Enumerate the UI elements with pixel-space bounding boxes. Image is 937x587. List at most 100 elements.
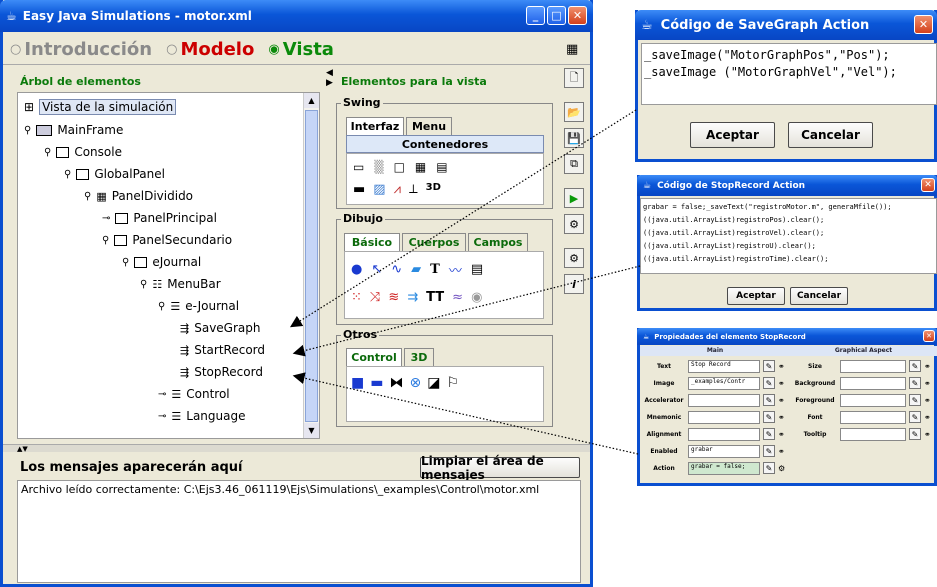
package-icon[interactable]: ⚙	[564, 214, 584, 234]
link-icon[interactable]: ⚭	[778, 396, 785, 405]
close-button[interactable]: ✕	[914, 15, 933, 34]
tab-3d[interactable]: 3D	[404, 348, 434, 366]
tree-item-panelprincipal[interactable]: ⊸ PanelPrincipal	[102, 211, 217, 225]
edit-icon[interactable]: ✎	[909, 360, 921, 372]
main-window-titlebar[interactable]: ☕ Easy Java Simulations - motor.xml _ □ …	[0, 0, 593, 32]
trace-icon[interactable]: 〰	[449, 260, 462, 279]
frame-icon[interactable]: ▭	[353, 160, 364, 174]
properties-titlebar[interactable]: ☕ Propiedades del elemento StopRecord ✕	[637, 328, 937, 345]
mode-introduccion[interactable]: ○ Introducción	[10, 39, 152, 60]
prop-value-field[interactable]	[688, 393, 760, 407]
tree-item-menubar[interactable]: ⚲ ☷ MenuBar	[140, 277, 221, 291]
tree-item-savegraph[interactable]: ⇶ SaveGraph	[180, 321, 260, 335]
tab-interfaz[interactable]: Interfaz	[346, 117, 404, 135]
pump-icon[interactable]: ⊗	[409, 375, 421, 391]
image-icon[interactable]: ▰	[411, 262, 421, 277]
link-icon[interactable]: ⚭	[778, 430, 785, 439]
split-panel-icon[interactable]: ▦	[415, 160, 426, 174]
valve-icon[interactable]: ⧓	[389, 375, 403, 391]
mode-vista[interactable]: ◉ Vista	[268, 39, 334, 60]
preferences-icon[interactable]: ⚙	[564, 248, 584, 268]
savegraph-ok-button[interactable]: Aceptar	[690, 122, 775, 148]
prop-value-field[interactable]	[840, 376, 906, 390]
flag-icon[interactable]: ⚐	[446, 375, 459, 391]
link-icon[interactable]: ⚭	[924, 413, 931, 422]
edit-icon[interactable]: ✎	[763, 462, 775, 474]
text-set-icon[interactable]: TT	[426, 290, 444, 305]
open-folder-icon[interactable]: 📂	[564, 102, 584, 122]
link-icon[interactable]: ⚭	[924, 379, 931, 388]
tree-node-handle[interactable]: ⚲	[158, 301, 165, 312]
edit-icon[interactable]: ✎	[909, 411, 921, 423]
tree-node-handle[interactable]: ⚲	[24, 125, 31, 136]
tab-control[interactable]: Control	[346, 348, 402, 366]
tree-item-console[interactable]: ⚲ Console	[44, 145, 122, 159]
close-button[interactable]: ✕	[568, 6, 587, 25]
window-icon[interactable]: ▬	[353, 182, 365, 197]
edit-icon[interactable]: ✎	[909, 377, 921, 389]
tree-item-panelsecundario[interactable]: ⚲ PanelSecundario	[102, 233, 232, 247]
box-icon[interactable]: ◪	[427, 375, 440, 391]
new-file-icon[interactable]: 🗋	[564, 68, 584, 88]
link-icon[interactable]: ⚭	[778, 413, 785, 422]
edit-icon[interactable]: ✎	[909, 428, 921, 440]
axes-panel-icon[interactable]: ⟂	[409, 182, 418, 197]
link-icon[interactable]: ⚭	[778, 379, 785, 388]
tree-node-collapsed[interactable]: ⊸	[102, 213, 110, 224]
tree-item-stoprecord[interactable]: ⇶ StopRecord	[180, 365, 263, 379]
info-icon[interactable]: i	[564, 274, 584, 294]
close-button[interactable]: ✕	[923, 330, 935, 342]
edit-icon[interactable]: ✎	[763, 360, 775, 372]
edit-icon[interactable]: ✎	[763, 428, 775, 440]
tree-item-e-journal[interactable]: ⚲ ☰ e-Journal	[158, 299, 239, 313]
text-icon[interactable]: T	[430, 262, 440, 277]
tree-node-handle[interactable]: ⚲	[122, 257, 129, 268]
element-tree[interactable]: ⊞ Vista de la simulación ⚲ MainFrame ⚲ C…	[17, 92, 320, 439]
messages-area[interactable]: Archivo leído correctamente: C:\Ejs3.46_…	[17, 480, 581, 583]
prop-value-field[interactable]: grabar = false;	[688, 461, 760, 475]
arrow-icon[interactable]: ↖	[371, 262, 382, 277]
tab-basico[interactable]: Básico	[344, 233, 400, 251]
savegraph-code-area[interactable]: _saveImage("MotorGraphPos","Pos"); _save…	[641, 43, 937, 105]
panel-icon[interactable]: □	[394, 160, 405, 174]
savegraph-cancel-button[interactable]: Cancelar	[788, 122, 873, 148]
drawing-panel-icon[interactable]: ▨	[373, 182, 385, 197]
tree-node-collapsed[interactable]: ⊸	[158, 389, 166, 400]
particle-icon[interactable]: ●	[351, 262, 362, 277]
prop-value-field[interactable]	[688, 427, 760, 441]
tree-item-vista[interactable]: ⊞ Vista de la simulación	[24, 99, 177, 115]
tab-campos[interactable]: Campos	[468, 233, 528, 251]
stoprecord-titlebar[interactable]: ☕ Código de StopRecord Action ✕	[637, 175, 937, 196]
tree-node-handle[interactable]: ⚲	[140, 279, 147, 290]
tree-item-globalpanel[interactable]: ⚲ GlobalPanel	[64, 167, 165, 181]
link-icon[interactable]: ⚭	[778, 447, 785, 456]
scroll-down-arrow[interactable]: ▼	[304, 423, 319, 438]
tab-cuerpos[interactable]: Cuerpos	[402, 233, 466, 251]
close-button[interactable]: ✕	[921, 178, 935, 192]
subtab-contenedores[interactable]: Contenedores	[346, 135, 544, 153]
edit-icon[interactable]: ✎	[763, 377, 775, 389]
tree-item-paneldividido[interactable]: ⚲ ▦ PanelDividido	[84, 189, 193, 203]
tree-item-control[interactable]: ⊸ ☰ Control	[158, 387, 230, 401]
plotting-panel-icon[interactable]: ⩘	[394, 182, 401, 197]
link-icon[interactable]: ⚭	[778, 362, 785, 371]
savegraph-titlebar[interactable]: ☕ Código de SaveGraph Action ✕	[635, 10, 937, 40]
link-icon[interactable]: ⚭	[924, 362, 931, 371]
tree-node-collapsed[interactable]: ⊸	[158, 411, 166, 422]
prop-value-field[interactable]	[840, 393, 906, 407]
prop-value-field[interactable]: Stop Record	[688, 359, 760, 373]
prop-value-field[interactable]	[840, 427, 906, 441]
cube-icon[interactable]: ■	[351, 375, 364, 391]
run-icon[interactable]: ▶	[564, 188, 584, 208]
stoprecord-ok-button[interactable]: Aceptar	[727, 287, 785, 305]
scroll-up-arrow[interactable]: ▲	[304, 93, 319, 108]
tree-node-handle[interactable]: ⚲	[84, 191, 91, 202]
trace-set-icon[interactable]: ≈	[452, 290, 463, 305]
options-icon[interactable]: ▦	[566, 42, 578, 57]
prop-value-field[interactable]	[688, 410, 760, 424]
edit-icon[interactable]: ✎	[763, 394, 775, 406]
clear-messages-button[interactable]: Limpiar el área de mensajes	[420, 454, 580, 482]
link-icon[interactable]: ⚭	[924, 430, 931, 439]
tabbed-panel-icon[interactable]: ▤	[436, 160, 447, 174]
tree-node-handle[interactable]: ⚲	[44, 147, 51, 158]
